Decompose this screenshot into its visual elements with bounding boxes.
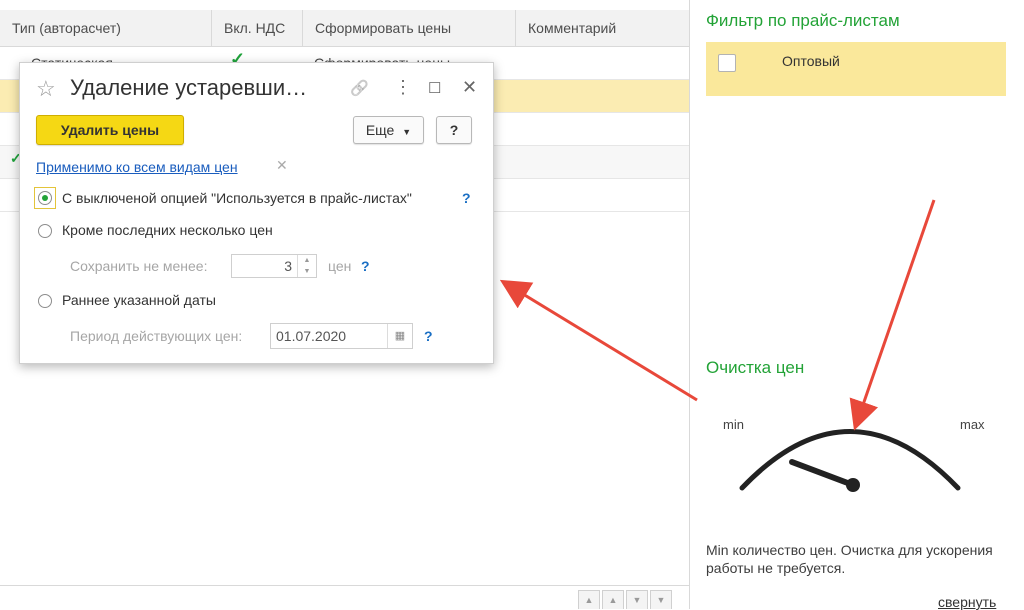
keep-quantity-stepper[interactable]: 3 ▲ ▼ xyxy=(231,254,317,278)
period-help-icon[interactable]: ? xyxy=(424,328,433,344)
option1-help-icon[interactable]: ? xyxy=(462,190,471,206)
link-icon[interactable]: 🔗 xyxy=(350,79,369,97)
keep-quantity-value: 3 xyxy=(284,258,292,274)
dialog-title: Удаление устаревши… xyxy=(70,75,308,100)
stepper-arrows-icon[interactable]: ▲ ▼ xyxy=(297,255,316,277)
help-button[interactable]: ? xyxy=(436,116,472,144)
more-button-label: Еще xyxy=(365,122,395,138)
radio-option-except-last[interactable] xyxy=(38,224,52,238)
arrow-to-gauge xyxy=(849,199,936,431)
clear-icon[interactable]: ✕ xyxy=(276,157,288,174)
calendar-icon[interactable]: ▦ xyxy=(387,324,412,348)
keep-at-least-label: Сохранить не менее: xyxy=(70,258,208,274)
period-date-input[interactable]: 01.07.2020 ▦ xyxy=(270,323,413,349)
radio-option-before-date[interactable] xyxy=(38,294,52,308)
period-date-value: 01.07.2020 xyxy=(276,328,347,344)
close-icon[interactable]: ✕ xyxy=(462,77,477,98)
maximize-icon[interactable]: ☐ xyxy=(428,79,441,97)
chevron-down-icon: ▼ xyxy=(402,127,412,137)
option-disabled-in-pricelists-label: С выключеной опцией "Используется в прай… xyxy=(62,190,412,206)
keep-help-icon[interactable]: ? xyxy=(361,258,370,274)
option-before-date-label: Раннее указанной даты xyxy=(62,292,216,308)
arrow-to-dialog xyxy=(499,279,698,402)
more-button[interactable]: Еще ▼ xyxy=(353,116,424,144)
more-icon[interactable]: ⋮ xyxy=(394,77,412,98)
option-except-last-label: Кроме последних несколько цен xyxy=(62,222,273,238)
star-icon[interactable]: ☆ xyxy=(36,76,56,102)
delete-prices-button[interactable]: Удалить цены xyxy=(36,115,184,145)
delete-prices-dialog: ☆ Удаление устаревши… 🔗 ⋮ ☐ ✕ Удалить це… xyxy=(19,62,494,364)
keep-unit-label: цен xyxy=(328,258,352,274)
applies-to-all-link[interactable]: Применимо ко всем видам цен xyxy=(36,159,238,175)
radio-option-disabled-in-pricelists[interactable] xyxy=(38,191,52,205)
period-label: Период действующих цен: xyxy=(70,328,243,344)
